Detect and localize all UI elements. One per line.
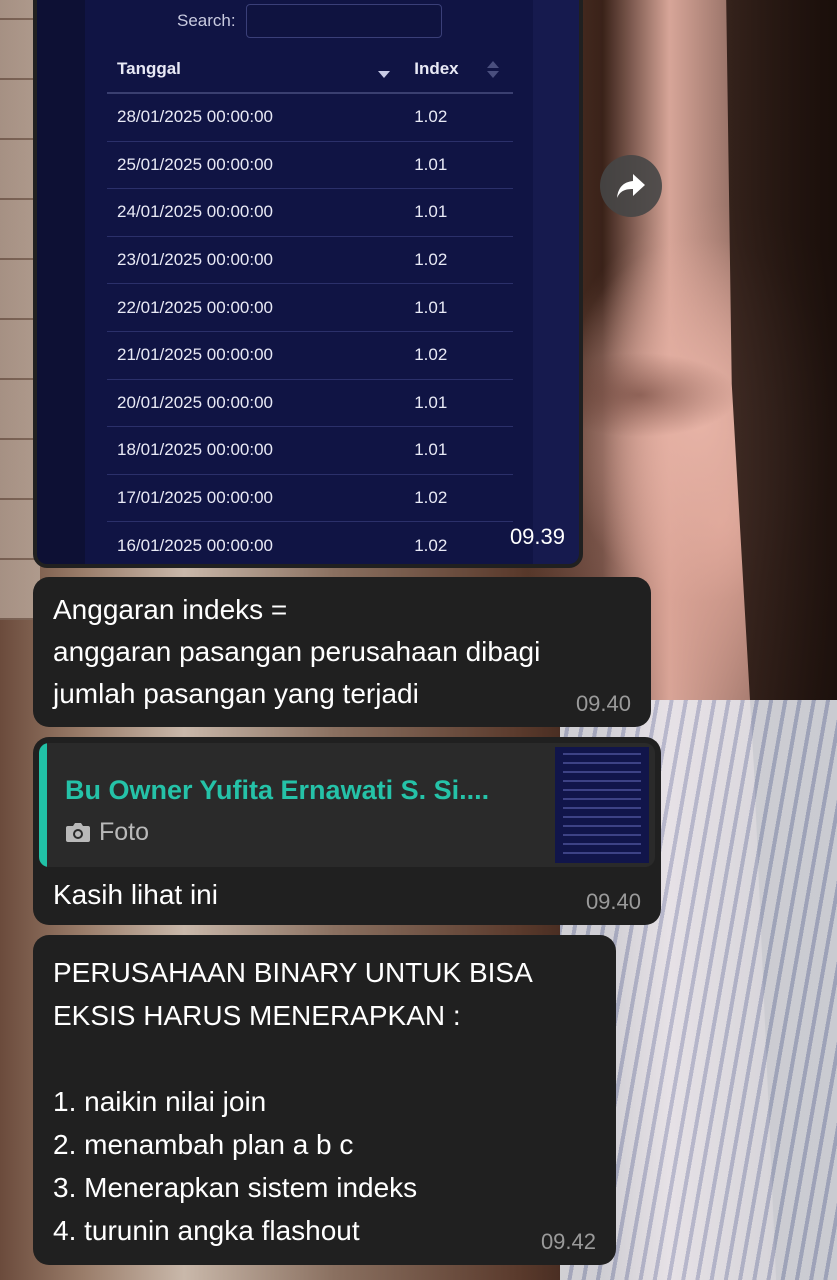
search-input (245, 4, 442, 38)
thumbnail-line (563, 780, 641, 782)
cell-index: 1.01 (404, 379, 513, 428)
message-timestamp: 09.40 (575, 691, 631, 716)
quote-accent-bar (39, 743, 47, 867)
column-header-label: Tanggal (117, 59, 181, 78)
reply-message[interactable]: Bu Owner Yufita Ernawati S. Si.... Foto … (33, 737, 661, 925)
cell-index: 1.01 (404, 426, 513, 475)
forward-arrow-icon (617, 174, 645, 198)
table-row: 17/01/2025 00:00:00 1.02 (107, 474, 513, 523)
thumbnail-line (563, 762, 641, 764)
cell-index: 1.01 (404, 283, 513, 332)
message-line-blank (53, 1037, 596, 1080)
table-row: 23/01/2025 00:00:00 1.02 (107, 236, 513, 285)
quoted-type: Foto (65, 811, 149, 853)
thumbnail-line (563, 843, 641, 845)
message-line: anggaran pasangan perusahaan dibagi (53, 636, 541, 667)
thumbnail-line (563, 825, 641, 827)
camera-icon (66, 823, 90, 842)
text-message[interactable]: Anggaran indeks = anggaran pasangan peru… (33, 577, 651, 727)
message-line: 3. Menerapkan sistem indeks (53, 1172, 418, 1203)
table-row: 20/01/2025 00:00:00 1.01 (107, 379, 513, 428)
cell-date: 24/01/2025 00:00:00 (107, 188, 405, 237)
thumbnail-line (563, 807, 641, 809)
table-row: 21/01/2025 00:00:00 1.02 (107, 331, 513, 380)
message-line: 4. turunin angka flashout (53, 1215, 360, 1246)
cell-index: 1.01 (404, 188, 513, 237)
message-line: 1. naikin nilai join (53, 1086, 267, 1117)
text-message[interactable]: PERUSAHAAN BINARY UNTUK BISA EKSIS HARUS… (33, 935, 616, 1265)
quoted-sender-name: Bu Owner Yufita Ernawati S. Si.... (65, 775, 490, 805)
table-row: 24/01/2025 00:00:00 1.01 (107, 188, 513, 237)
cell-date: 28/01/2025 00:00:00 (107, 93, 405, 142)
image-message[interactable]: Search: Tanggal Index 28/01/2025 00:00:0… (33, 0, 583, 568)
cell-index: 1.02 (414, 535, 448, 555)
thumbnail-line (563, 834, 641, 836)
cell-index: 1.02 (404, 93, 513, 142)
thumbnail-line (563, 753, 641, 755)
message-timestamp: 09.42 (540, 1229, 596, 1254)
thumbnail-line (563, 852, 641, 854)
message-timestamp: 09.40 (585, 889, 641, 914)
quoted-photo-thumbnail (555, 747, 649, 863)
table-row: 28/01/2025 00:00:00 1.02 (107, 93, 513, 142)
screenshot-left-band (37, 0, 89, 564)
table-row: 22/01/2025 00:00:00 1.01 (107, 283, 513, 332)
cell-date: 25/01/2025 00:00:00 (107, 141, 405, 190)
cell-index: 1.01 (404, 141, 513, 190)
screenshot-search-row: Search: (177, 4, 442, 38)
cell-index: 1.02 (404, 236, 513, 285)
thumbnail-line (563, 771, 641, 773)
thumbnail-line (563, 789, 641, 791)
message-line: 2. menambah plan a b c (53, 1129, 354, 1160)
cell-date: 18/01/2025 00:00:00 (107, 426, 405, 475)
index-table: Tanggal Index 28/01/2025 00:00:00 1.02 25… (107, 46, 513, 564)
cell-date: 21/01/2025 00:00:00 (107, 331, 405, 380)
cell-index: 1.02 (404, 331, 513, 380)
column-header-label: Index (414, 59, 459, 78)
message-line: PERUSAHAAN BINARY UNTUK BISA (53, 957, 533, 988)
forward-button[interactable] (600, 155, 662, 217)
cell-date: 22/01/2025 00:00:00 (107, 283, 405, 332)
table-row: 16/01/2025 00:00:00 1.02 (107, 522, 513, 564)
table-header-row: Tanggal Index (107, 46, 513, 94)
message-text: Kasih lihat ini (53, 879, 218, 910)
cell-index: 1.02 (404, 474, 513, 523)
quoted-type-label: Foto (99, 818, 150, 846)
thumbnail-line (563, 816, 641, 818)
message-line: EKSIS HARUS MENERAPKAN : (53, 1000, 461, 1031)
thumbnail-line (563, 798, 641, 800)
column-header-index: Index (404, 46, 513, 94)
quoted-message[interactable]: Bu Owner Yufita Ernawati S. Si.... Foto (39, 743, 655, 867)
message-line: jumlah pasangan yang terjadi (53, 678, 419, 709)
sort-icon (487, 61, 499, 81)
sort-desc-icon (378, 61, 391, 81)
table-row: 25/01/2025 00:00:00 1.01 (107, 141, 513, 190)
message-line: Anggaran indeks = (53, 594, 288, 625)
cell-date: 17/01/2025 00:00:00 (107, 474, 405, 523)
cell-date: 23/01/2025 00:00:00 (107, 236, 405, 285)
cell-date: 20/01/2025 00:00:00 (107, 379, 405, 428)
column-header-tanggal: Tanggal (107, 46, 405, 94)
message-timestamp: 09.39 (509, 524, 565, 549)
search-label: Search: (177, 11, 236, 30)
screenshot-right-band (529, 0, 579, 564)
cell-date: 16/01/2025 00:00:00 (117, 535, 273, 555)
table-row: 18/01/2025 00:00:00 1.01 (107, 426, 513, 475)
